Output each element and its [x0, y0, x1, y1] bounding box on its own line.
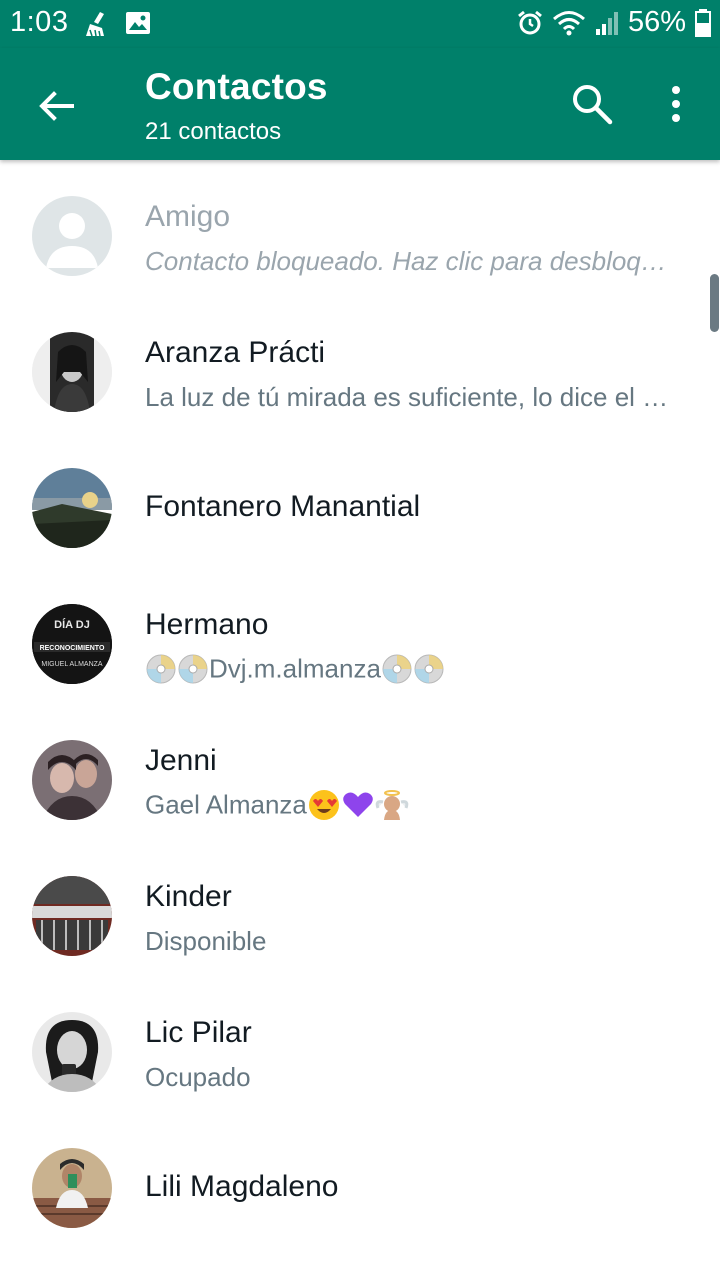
contact-name: Hermano [145, 608, 269, 641]
dvd-icon [178, 654, 208, 684]
dvd-icon [146, 654, 176, 684]
status-bar: 1:03 56% [0, 0, 720, 48]
contact-count: 21 contactos [145, 118, 282, 145]
contact-name: Lili Magdaleno [145, 1170, 339, 1203]
contact-name: Lic Pilar [145, 1016, 252, 1049]
poster-text: RECONOCIMIENTO [40, 645, 105, 652]
contact-status: La luz de tú mirada es suficiente, lo di… [145, 382, 680, 412]
status-text: Gael Almanza [145, 789, 307, 820]
app-bar: Contactos 21 contactos [0, 48, 720, 160]
contact-list: Amigo Contacto bloqueado. Haz clic para … [0, 160, 720, 1280]
contact-name: Jenni [145, 744, 217, 777]
avatar: DÍA DJ RECONOCIMIENTO MIGUEL ALMANZA [32, 604, 112, 684]
avatar [32, 876, 112, 956]
dvd-icon [382, 654, 412, 684]
default-avatar-icon [32, 196, 112, 276]
dj-poster-photo: DÍA DJ RECONOCIMIENTO MIGUEL ALMANZA [32, 604, 112, 684]
contact-status: Ocupado [145, 1062, 251, 1092]
couple-photo [32, 740, 112, 820]
search-icon[interactable] [566, 78, 618, 130]
dvd-icon [414, 654, 444, 684]
contact-row-amigo[interactable]: Amigo Contacto bloqueado. Haz clic para … [0, 160, 720, 296]
contact-name: Fontanero Manantial [145, 490, 421, 523]
portrait-photo [32, 1012, 112, 1092]
avatar [32, 1148, 112, 1228]
contact-name: Kinder [145, 880, 232, 913]
landscape-photo [32, 468, 112, 548]
avatar [32, 1012, 112, 1092]
cleaner-icon [86, 12, 104, 37]
page-title: Contactos [145, 66, 328, 107]
scrollbar-thumb[interactable] [710, 274, 719, 332]
contact-row-fontanero[interactable]: Fontanero Manantial [0, 432, 720, 568]
contact-status: Contacto bloqueado. Haz clic para desblo… [145, 246, 680, 276]
purple-heart-emoji [343, 792, 373, 818]
building-photo [32, 876, 112, 956]
back-arrow-icon[interactable] [28, 78, 84, 134]
battery-icon [695, 8, 711, 37]
avatar [32, 740, 112, 820]
heart-eyes-emoji [308, 790, 339, 821]
poster-text: DÍA DJ [54, 618, 90, 631]
contact-name: Aranza Prácti [145, 336, 326, 369]
battery-percent: 56% [627, 6, 686, 38]
contact-row-kinder[interactable]: Kinder Disponible [0, 840, 720, 976]
baby-angel-emoji [375, 790, 409, 821]
wifi-icon [552, 10, 585, 35]
alarm-icon [518, 10, 542, 34]
contact-status: Disponible [145, 926, 267, 956]
contact-row-lic-pilar[interactable]: Lic Pilar Ocupado [0, 976, 720, 1112]
contact-row-hermano[interactable]: DÍA DJ RECONOCIMIENTO MIGUEL ALMANZA Her… [0, 568, 720, 704]
portrait-photo [32, 332, 112, 412]
contact-row-jenni[interactable]: Jenni Gael Almanza [0, 704, 720, 840]
status-text: Dvj.m.almanza [209, 653, 381, 684]
selfie-photo [32, 1148, 112, 1228]
avatar [32, 468, 112, 548]
poster-text: MIGUEL ALMANZA [41, 661, 103, 668]
contact-status: Dvj.m.almanza [145, 652, 680, 685]
more-vert-icon[interactable] [656, 78, 696, 130]
clock: 1:03 [10, 6, 69, 38]
contact-row-lili-magdaleno[interactable]: Lili Magdaleno [0, 1112, 720, 1248]
image-icon [126, 12, 150, 34]
contact-status: Gael Almanza [145, 788, 680, 822]
contact-row-aranza[interactable]: Aranza Prácti La luz de tú mirada es suf… [0, 296, 720, 432]
avatar [32, 332, 112, 412]
contact-name: Amigo [145, 200, 231, 233]
signal-icon [595, 11, 618, 35]
